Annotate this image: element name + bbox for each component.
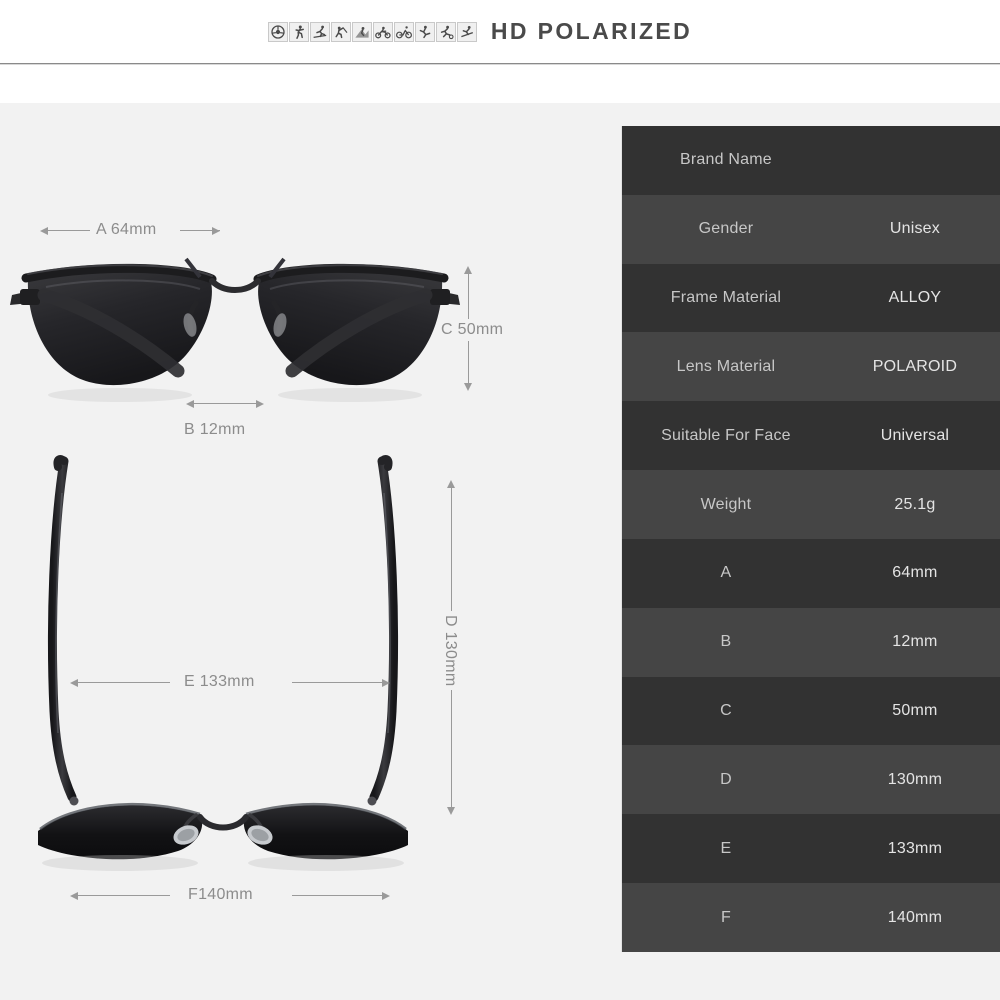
spec-key: Lens Material	[676, 357, 776, 375]
spec-value: POLAROID	[872, 357, 958, 375]
spec-key: E	[720, 839, 732, 857]
spec-key: D	[720, 770, 732, 788]
dimension-a-label: A 64mm	[96, 221, 157, 238]
driving-icon	[267, 21, 288, 42]
spec-value: 50mm	[892, 702, 938, 720]
table-row: Gender Unisex	[622, 194, 1000, 264]
spec-value: ALLOY	[888, 289, 942, 307]
header-whitespace	[0, 65, 1000, 103]
content-area: A 64mm C 50mm B 12mm D 130mm E 133mm F14…	[0, 103, 1000, 1000]
dimension-e-line-right	[292, 682, 384, 683]
spec-key: A	[720, 564, 732, 582]
motorcycling-icon	[372, 21, 393, 42]
dimension-a-arrowhead-left	[40, 227, 48, 235]
skating-icon	[414, 21, 435, 42]
activity-icon-strip	[267, 21, 477, 42]
table-row: B 12mm	[622, 607, 1000, 677]
dimension-a-arrowhead-right	[212, 227, 220, 235]
product-diagram-panel: A 64mm C 50mm B 12mm D 130mm E 133mm F14…	[0, 103, 610, 1000]
skiing-icon	[309, 21, 330, 42]
dimension-e-line-left	[78, 682, 170, 683]
dimension-f-label: F140mm	[188, 886, 253, 903]
climbing-icon	[351, 21, 372, 42]
dimension-c-arrowhead-bottom	[464, 383, 472, 391]
dimension-b-arrowhead-right	[256, 400, 264, 408]
table-row: Brand Name	[622, 126, 1000, 195]
spec-value: 64mm	[892, 564, 938, 582]
spec-key: Weight	[700, 495, 752, 513]
dimension-c-label: C 50mm	[438, 319, 507, 341]
spec-value: 130mm	[887, 770, 943, 788]
spec-value: Universal	[880, 426, 950, 444]
table-row: Suitable For Face Universal	[622, 401, 1000, 471]
dimension-e-arrowhead-left	[70, 679, 78, 687]
snowboarding-icon	[456, 21, 477, 42]
sunglasses-top-view	[38, 455, 408, 871]
dimension-b-arrowhead-left	[186, 400, 194, 408]
dimension-e-arrowhead-right	[382, 679, 390, 687]
table-row: D 130mm	[622, 745, 1000, 815]
table-row: Weight 25.1g	[622, 470, 1000, 539]
specification-table: Brand Name Gender Unisex Frame Material …	[622, 126, 1000, 952]
spec-value: 133mm	[887, 839, 943, 857]
spec-key: C	[720, 702, 732, 720]
dimension-e-label: E 133mm	[184, 673, 255, 690]
dimension-f-line-left	[78, 895, 170, 896]
spec-key: Gender	[698, 220, 754, 238]
table-row: C 50mm	[622, 676, 1000, 746]
table-row: A 64mm	[622, 538, 1000, 608]
dimension-f-arrowhead-right	[382, 892, 390, 900]
soccer-icon	[435, 21, 456, 42]
spec-key: Suitable For Face	[661, 426, 791, 444]
table-row: Frame Material ALLOY	[622, 263, 1000, 333]
spec-key: Brand Name	[680, 151, 772, 169]
table-row: E 133mm	[622, 814, 1000, 884]
dimension-d-arrowhead-bottom	[447, 807, 455, 815]
fishing-icon	[330, 21, 351, 42]
header-content: HD POLARIZED	[267, 18, 693, 45]
running-icon	[288, 21, 309, 42]
table-row: Lens Material POLAROID	[622, 332, 1000, 402]
dimension-f-line-right	[292, 895, 384, 896]
sunglasses-front-view	[10, 253, 460, 402]
page-header: HD POLARIZED	[0, 0, 1000, 63]
spec-value: 12mm	[892, 633, 938, 651]
brand-tagline: HD POLARIZED	[490, 18, 693, 44]
cycling-icon	[393, 21, 414, 42]
dimension-b-line	[194, 403, 258, 404]
spec-key: F	[720, 908, 731, 926]
dimension-f-arrowhead-left	[70, 892, 78, 900]
spec-key: Frame Material	[670, 289, 782, 307]
dimension-d-label: D 130mm	[440, 611, 460, 691]
spec-value: 140mm	[887, 908, 943, 926]
dimension-a-line-left	[48, 230, 90, 231]
spec-value: Unisex	[889, 220, 940, 238]
spec-key: B	[720, 633, 732, 651]
dimension-b-label: B 12mm	[184, 421, 246, 438]
spec-value: 25.1g	[894, 495, 936, 513]
table-row: F 140mm	[622, 883, 1000, 952]
